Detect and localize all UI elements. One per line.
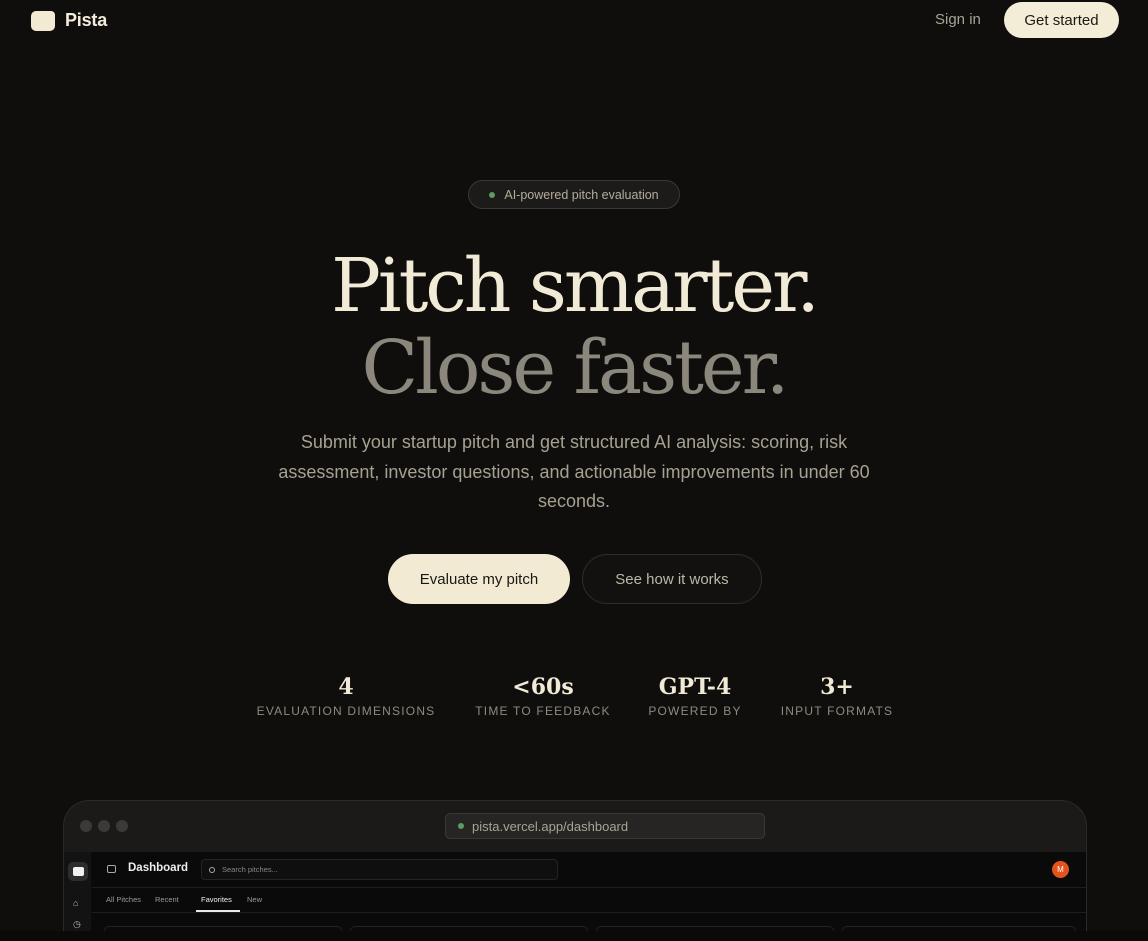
brand-name: Pista [65,10,108,30]
tab-recent[interactable]: Recent [155,895,179,904]
page-bottom-edge [0,931,1148,941]
active-tab-indicator [196,910,240,912]
hero-description: Submit your startup pitch and get struct… [278,432,870,511]
stat-value: 3+ [820,674,854,700]
badge-label: AI-powered pitch evaluation [504,187,659,202]
hero-badge: AI-powered pitch evaluation [468,180,680,209]
search-icon [209,866,215,873]
stat-powered-by: GPT-4 POWERED BY [648,672,742,718]
stat-label: INPUT FORMATS [780,704,894,718]
stat-evaluation-dimensions: 4 EVALUATION DIMENSIONS [255,672,437,718]
dashboard-title: Dashboard [128,862,189,874]
evaluate-pitch-button[interactable]: Evaluate my pitch [388,554,570,604]
top-nav: Pista Sign in Get started [0,0,1148,40]
pitch-tabs: All Pitches Recent Favorites New [92,888,1086,913]
logo-icon [31,10,55,31]
app-sidebar: ⌂ ◷ [64,852,91,941]
app-header: Dashboard Search pitches... M [92,852,1086,888]
app-logo-icon [68,862,88,881]
secure-dot-icon [458,823,464,829]
clock-icon[interactable]: ◷ [73,920,82,929]
stat-input-formats: 3+ INPUT FORMATS [779,672,895,718]
tab-all-pitches[interactable]: All Pitches [106,895,141,904]
address-url: pista.vercel.app/dashboard [472,818,629,834]
stat-value: GPT-4 [658,674,732,700]
search-placeholder: Search pitches... [222,865,278,874]
landing-page: Pista Sign in Get started AI-powered pit… [0,0,1148,941]
window-controls [80,820,134,832]
stat-time-to-feedback: <60s TIME TO FEEDBACK [474,672,612,718]
stat-label: EVALUATION DIMENSIONS [256,704,436,718]
address-bar: pista.vercel.app/dashboard [445,813,765,839]
sign-in-link[interactable]: Sign in [935,11,981,28]
stat-label: POWERED BY [648,704,742,718]
tab-favorites[interactable]: Favorites [201,895,232,904]
close-dot-icon [80,820,92,832]
stat-value: <60s [512,674,574,700]
pitch-search-input[interactable]: Search pitches... [201,859,558,880]
tab-new[interactable]: New [247,895,262,904]
minimize-dot-icon [98,820,110,832]
brand-logo[interactable]: Pista [31,10,107,31]
headline-primary: Pitch smarter. [331,243,820,329]
dashboard-preview-window: pista.vercel.app/dashboard ⌂ ◷ Dashboard… [63,800,1087,941]
headline-secondary: Close faster. [361,325,790,411]
get-started-button[interactable]: Get started [1004,2,1119,38]
sidebar-toggle-icon[interactable] [107,865,116,873]
home-icon[interactable]: ⌂ [73,899,82,908]
see-how-it-works-button[interactable]: See how it works [582,554,762,604]
stat-value: 4 [338,674,354,700]
dashboard-app: ⌂ ◷ Dashboard Search pitches... M All Pi… [64,852,1086,941]
user-avatar[interactable]: M [1052,861,1069,878]
maximize-dot-icon [116,820,128,832]
status-dot-icon [489,191,496,198]
stat-label: TIME TO FEEDBACK [475,704,611,718]
